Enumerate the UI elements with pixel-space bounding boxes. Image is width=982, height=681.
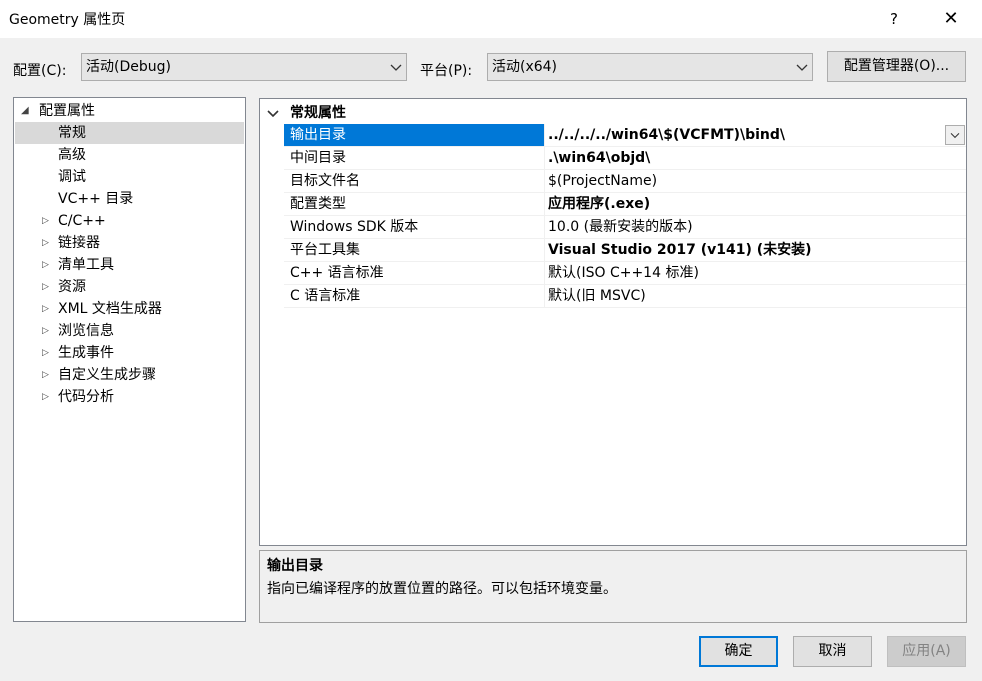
tree-item-label: VC++ 目录 — [58, 191, 134, 207]
tree-item-label: 代码分析 — [58, 389, 114, 405]
property-value[interactable]: 10.0 (最新安装的版本) — [548, 216, 693, 238]
property-row[interactable]: 平台工具集 Visual Studio 2017 (v141) (未安装) — [284, 239, 966, 262]
column-divider — [544, 285, 545, 308]
collapsed-triangle-icon[interactable]: ▷ — [42, 254, 54, 276]
platform-label: 平台(P): — [420, 63, 473, 79]
column-divider — [544, 216, 545, 239]
help-button[interactable]: ? — [880, 6, 908, 32]
value-dropdown-button[interactable] — [945, 125, 965, 145]
tree-item-label: 调试 — [58, 169, 86, 185]
tree-item-label: 自定义生成步骤 — [58, 367, 156, 383]
platform-dropdown[interactable]: 活动(x64) — [487, 53, 813, 81]
tree-root-label: 配置属性 — [39, 103, 95, 119]
property-value[interactable]: ../../../../win64\$(VCFMT)\bind\ — [548, 124, 785, 146]
tree-item-label: 常规 — [58, 125, 86, 141]
expanded-triangle-icon[interactable]: ◢ — [21, 100, 33, 122]
collapsed-triangle-icon[interactable]: ▷ — [42, 298, 54, 320]
tree-item[interactable]: ▷ 资源 — [15, 276, 244, 298]
property-name: 中间目录 — [290, 150, 346, 166]
category-label: 常规属性 — [290, 105, 346, 121]
property-name: 配置类型 — [290, 196, 346, 212]
platform-value: 活动(x64) — [492, 59, 558, 75]
tree-item[interactable]: ▷ 生成事件 — [15, 342, 244, 364]
property-name: C++ 语言标准 — [290, 265, 384, 281]
column-divider — [544, 170, 545, 193]
property-row[interactable]: Windows SDK 版本 10.0 (最新安装的版本) — [284, 216, 966, 239]
tree-item[interactable]: ▷ XML 文档生成器 — [15, 298, 244, 320]
description-panel: 输出目录 指向已编译程序的放置位置的路径。可以包括环境变量。 — [259, 550, 967, 623]
collapsed-triangle-icon[interactable]: ▷ — [42, 364, 54, 386]
close-button[interactable]: ✕ — [936, 6, 966, 32]
property-name: C 语言标准 — [290, 288, 361, 304]
config-dropdown[interactable]: 活动(Debug) — [81, 53, 407, 81]
column-divider — [544, 262, 545, 285]
property-name: 目标文件名 — [290, 173, 360, 189]
collapsed-triangle-icon[interactable]: ▷ — [42, 210, 54, 232]
column-divider — [544, 193, 545, 216]
chevron-down-icon — [950, 133, 960, 139]
window-title: Geometry 属性页 — [9, 12, 126, 28]
cancel-button[interactable]: 取消 — [793, 636, 872, 667]
property-value[interactable]: .\win64\objd\ — [548, 147, 650, 169]
property-row[interactable]: C++ 语言标准 默认(ISO C++14 标准) — [284, 262, 966, 285]
config-manager-button[interactable]: 配置管理器(O)... — [827, 51, 966, 82]
property-name: 平台工具集 — [290, 242, 360, 258]
collapsed-triangle-icon[interactable]: ▷ — [42, 342, 54, 364]
column-divider — [544, 147, 545, 170]
tree-item-label: 资源 — [58, 279, 86, 295]
config-label: 配置(C): — [13, 63, 67, 79]
tree-item[interactable]: ▷ C/C++ — [15, 210, 244, 232]
tree-item[interactable]: ▷ 浏览信息 — [15, 320, 244, 342]
tree-item-label: 生成事件 — [58, 345, 114, 361]
property-tree: ◢ 配置属性 常规 高级 调试 VC++ 目录 ▷ C/C++ ▷ 链接器 ▷ 清单工具 ▷ 资源 ▷ X… — [13, 97, 246, 622]
property-row[interactable]: 目标文件名 $(ProjectName) — [284, 170, 966, 193]
tree-item-label: 清单工具 — [58, 257, 114, 273]
tree-item[interactable]: 高级 — [15, 144, 244, 166]
tree-item-label: 高级 — [58, 147, 86, 163]
tree-root-item[interactable]: ◢ 配置属性 — [14, 100, 245, 122]
property-value[interactable]: Visual Studio 2017 (v141) (未安装) — [548, 239, 812, 261]
tree-item[interactable]: ▷ 代码分析 — [15, 386, 244, 408]
category-header[interactable]: 常规属性 — [260, 101, 966, 124]
tree-item-label: 链接器 — [58, 235, 100, 251]
collapsed-triangle-icon[interactable]: ▷ — [42, 232, 54, 254]
chevron-down-icon[interactable] — [267, 108, 279, 118]
chevron-down-icon — [796, 64, 808, 71]
ok-button[interactable]: 确定 — [699, 636, 778, 667]
title-bar: Geometry 属性页 ? ✕ — [0, 0, 982, 38]
property-value[interactable]: 默认(旧 MSVC) — [548, 285, 646, 307]
collapsed-triangle-icon[interactable]: ▷ — [42, 276, 54, 298]
property-value[interactable]: 应用程序(.exe) — [548, 193, 650, 215]
property-row[interactable]: 中间目录 .\win64\objd\ — [284, 147, 966, 170]
property-value[interactable]: $(ProjectName) — [548, 170, 657, 192]
property-value[interactable]: 默认(ISO C++14 标准) — [548, 262, 699, 284]
property-name: Windows SDK 版本 — [290, 219, 419, 235]
tree-item[interactable]: 调试 — [15, 166, 244, 188]
tree-item[interactable]: ▷ 清单工具 — [15, 254, 244, 276]
column-divider — [544, 239, 545, 262]
collapsed-triangle-icon[interactable]: ▷ — [42, 386, 54, 408]
property-row[interactable]: C 语言标准 默认(旧 MSVC) — [284, 285, 966, 308]
apply-button[interactable]: 应用(A) — [887, 636, 966, 667]
property-grid: 常规属性 输出目录 ../../../../win64\$(VCFMT)\bind… — [259, 98, 967, 546]
description-text: 指向已编译程序的放置位置的路径。可以包括环境变量。 — [267, 581, 617, 597]
tree-item[interactable]: ▷ 自定义生成步骤 — [15, 364, 244, 386]
tree-item[interactable]: VC++ 目录 — [15, 188, 244, 210]
column-divider — [544, 124, 545, 147]
config-value: 活动(Debug) — [86, 59, 171, 75]
chevron-down-icon — [390, 64, 402, 71]
property-row[interactable]: 输出目录 ../../../../win64\$(VCFMT)\bind\ — [284, 124, 966, 147]
tree-item[interactable]: ▷ 链接器 — [15, 232, 244, 254]
tree-item[interactable]: 常规 — [15, 122, 244, 144]
description-title: 输出目录 — [267, 558, 323, 574]
property-row[interactable]: 配置类型 应用程序(.exe) — [284, 193, 966, 216]
tree-item-label: 浏览信息 — [58, 323, 114, 339]
property-name: 输出目录 — [290, 127, 346, 143]
collapsed-triangle-icon[interactable]: ▷ — [42, 320, 54, 342]
tree-item-label: XML 文档生成器 — [58, 301, 162, 317]
tree-item-label: C/C++ — [58, 213, 106, 229]
